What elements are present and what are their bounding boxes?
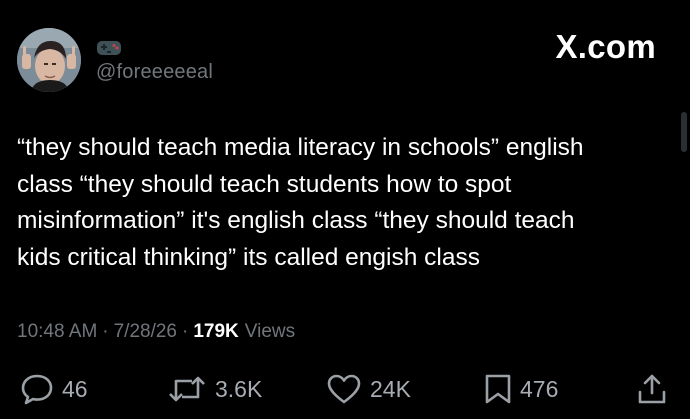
gamepad-icon: [97, 41, 121, 55]
repost-count: 3.6K: [215, 375, 263, 402]
bookmark-icon: [485, 374, 511, 404]
avatar[interactable]: [17, 28, 81, 92]
reply-count: 46: [62, 375, 88, 402]
bookmark-button[interactable]: 476: [484, 373, 558, 405]
share-icon: [638, 374, 666, 404]
heart-icon: [327, 374, 361, 404]
views-count: 179K: [193, 321, 239, 342]
tweet-meta: 10:48 AM · 7/28/26 · 179K Views: [17, 321, 295, 343]
author-handle[interactable]: @foreeeeeal: [96, 61, 213, 84]
like-count: 24K: [370, 375, 411, 402]
tweet-date[interactable]: 7/28/26: [114, 321, 177, 343]
views-label: Views: [244, 321, 296, 342]
meta-separator: ·: [182, 321, 189, 342]
bookmark-count: 476: [520, 375, 559, 402]
brand-label: X.com: [555, 28, 656, 65]
tweet-time[interactable]: 10:48 AM: [17, 321, 97, 343]
avatar-photo: [17, 28, 81, 92]
repost-icon: [169, 376, 205, 402]
reply-button[interactable]: 46: [20, 373, 88, 405]
scrollbar[interactable]: [681, 112, 687, 152]
meta-separator: ·: [102, 321, 109, 342]
tweet-text: “they should teach media literacy in sch…: [17, 134, 584, 271]
share-button[interactable]: [637, 373, 667, 405]
repost-button[interactable]: 3.6K: [167, 373, 262, 405]
like-button[interactable]: 24K: [326, 373, 411, 405]
reply-icon: [21, 374, 53, 405]
